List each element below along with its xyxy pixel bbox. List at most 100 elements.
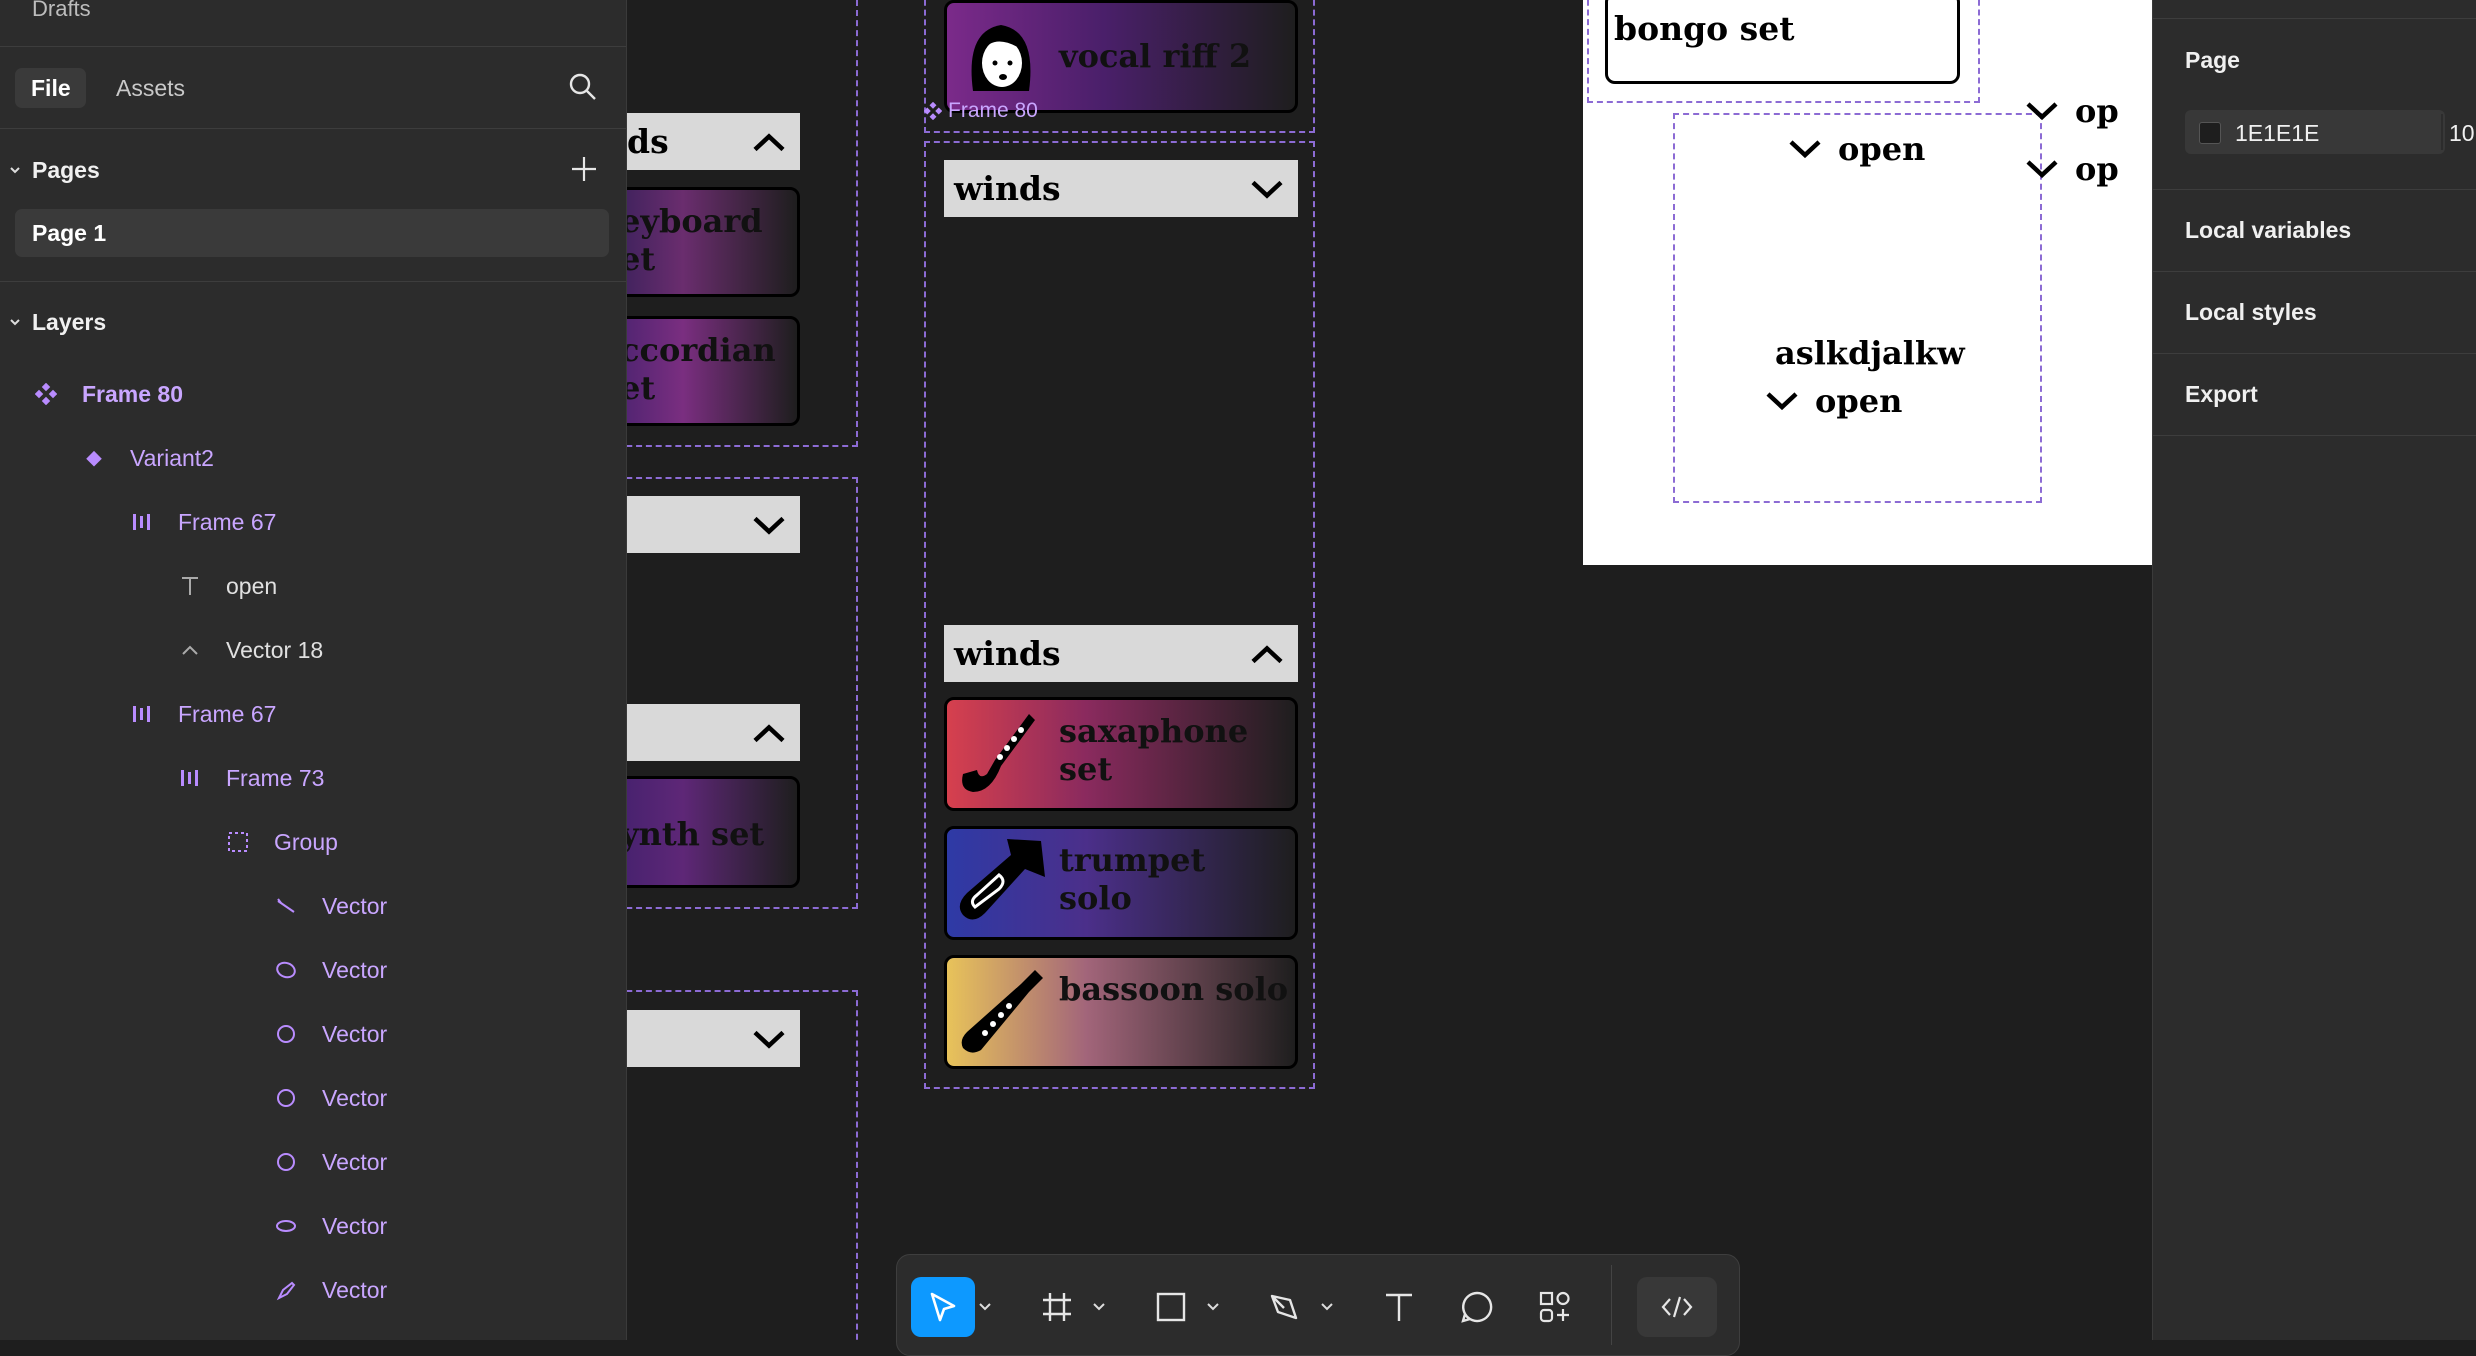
layer-row[interactable]: Frame 67: [128, 502, 276, 542]
export-header[interactable]: Export: [2185, 381, 2258, 408]
layer-label: Vector: [322, 1084, 388, 1111]
open-toggle[interactable]: open: [1788, 130, 1925, 168]
bongo-card[interactable]: bongo set: [1605, 0, 1960, 84]
frame-icon: [1043, 1293, 1071, 1321]
layer-row[interactable]: Frame 80: [32, 374, 183, 414]
layer-row[interactable]: Vector: [272, 1142, 387, 1182]
chevron-down-icon[interactable]: [9, 163, 21, 181]
chevron-down-icon: [2026, 102, 2058, 121]
chevron-down-icon: [1789, 140, 1821, 159]
section-header[interactable]: [627, 704, 800, 761]
layers-panel: Drafts File Assets Pages Page 1 Layers F…: [0, 0, 627, 1340]
pen-tool-button[interactable]: [1253, 1277, 1317, 1337]
bottom-toolbar: [896, 1254, 1740, 1356]
local-variables-header[interactable]: Local variables: [2185, 217, 2351, 244]
instrument-card[interactable]: ccordian et: [627, 316, 800, 426]
page-item-page-1[interactable]: Page 1: [15, 209, 609, 257]
trumpet-icon: [955, 837, 1047, 929]
tab-assets[interactable]: Assets: [116, 75, 185, 102]
layer-row[interactable]: Vector: [272, 1206, 387, 1246]
open-toggle[interactable]: open: [1765, 382, 1902, 420]
design-panel: Page 1E1E1E 10 Local variables Local sty…: [2152, 0, 2476, 1340]
chevron-down-icon[interactable]: [1201, 1277, 1225, 1337]
layer-row[interactable]: Group: [224, 822, 338, 862]
canvas[interactable]: ds eyboard et ccordian et ynth set vocal…: [627, 0, 2152, 1340]
card-label: bassoon solo: [1059, 970, 1289, 1008]
layers-header[interactable]: Layers: [32, 309, 106, 336]
instrument-card[interactable]: ynth set: [627, 776, 800, 888]
chevron-up-icon[interactable]: [752, 122, 786, 161]
frame-80-label[interactable]: Frame 80: [924, 99, 1038, 123]
opacity-value[interactable]: 10: [2449, 120, 2475, 147]
layer-row[interactable]: Vector: [272, 1270, 387, 1310]
background-color-field[interactable]: 1E1E1E 10: [2185, 110, 2475, 154]
chevron-down-icon[interactable]: [752, 1019, 786, 1058]
layer-label: Variant2: [130, 444, 214, 471]
add-page-icon[interactable]: [570, 155, 598, 188]
instrument-card-bassoon[interactable]: bassoon solo: [944, 955, 1298, 1069]
instrument-card-saxophone[interactable]: saxaphone set: [944, 697, 1298, 811]
section-header[interactable]: ds: [627, 113, 800, 170]
instrument-card-vocal[interactable]: vocal riff 2: [944, 0, 1298, 113]
text-tool-button[interactable]: [1367, 1277, 1431, 1337]
card-label: saxaphone set: [1059, 712, 1249, 788]
drafts-breadcrumb[interactable]: Drafts: [32, 0, 91, 22]
open-toggle[interactable]: op: [2025, 150, 2119, 188]
chevron-up-icon[interactable]: [752, 713, 786, 752]
local-styles-header[interactable]: Local styles: [2185, 299, 2317, 326]
resources-tool-button[interactable]: [1523, 1277, 1587, 1337]
instrument-card-trumpet[interactable]: trumpet solo: [944, 826, 1298, 940]
rectangle-tool-button[interactable]: [1139, 1277, 1203, 1337]
dev-mode-toggle[interactable]: [1637, 1277, 1717, 1337]
color-swatch[interactable]: [2199, 122, 2221, 144]
ellipse-icon: [272, 1148, 300, 1176]
move-tool-button[interactable]: [911, 1277, 975, 1337]
color-hex-value[interactable]: 1E1E1E: [2235, 120, 2319, 147]
card-label: bongo set: [1614, 9, 1795, 48]
layer-row[interactable]: open: [176, 566, 277, 606]
tab-file[interactable]: File: [15, 68, 86, 108]
layer-row[interactable]: Vector: [272, 950, 387, 990]
chevron-down-icon[interactable]: [752, 505, 786, 544]
layer-row[interactable]: Vector: [272, 886, 387, 926]
layer-row[interactable]: Vector: [272, 1014, 387, 1054]
vector-icon: [176, 636, 204, 664]
layer-row[interactable]: Variant2: [80, 438, 214, 478]
instrument-card[interactable]: eyboard et: [627, 187, 800, 297]
toggle-label: op: [2075, 92, 2119, 130]
pages-header[interactable]: Pages: [32, 157, 100, 184]
section-header[interactable]: [627, 496, 800, 553]
layer-label: Group: [274, 828, 338, 855]
layer-row[interactable]: Vector 18: [176, 630, 323, 670]
section-header-label: ds: [627, 122, 669, 161]
frame-80-outline: [924, 141, 1315, 1089]
chevron-down-icon[interactable]: [1250, 169, 1284, 208]
ellipse-icon: [272, 956, 300, 984]
frame-tool-button[interactable]: [1025, 1277, 1089, 1337]
layer-label: open: [226, 572, 278, 599]
layer-label: Vector: [322, 1212, 388, 1239]
winds-header-expanded[interactable]: winds: [944, 625, 1298, 682]
layer-row[interactable]: Frame 73: [176, 758, 324, 798]
component-icon: [32, 380, 60, 408]
winds-header-collapsed[interactable]: winds: [944, 160, 1298, 217]
chevron-up-icon[interactable]: [1250, 634, 1284, 673]
section-header[interactable]: [627, 1010, 800, 1067]
chevron-down-icon[interactable]: [1315, 1277, 1339, 1337]
saxophone-icon: [955, 708, 1047, 800]
chevron-down-icon[interactable]: [9, 315, 21, 333]
comment-tool-button[interactable]: [1445, 1277, 1509, 1337]
auto-layout-icon: [128, 700, 156, 728]
open-toggle[interactable]: op: [2025, 92, 2119, 130]
chevron-down-icon[interactable]: [1087, 1277, 1111, 1337]
search-icon[interactable]: [568, 72, 598, 107]
layer-row[interactable]: Vector: [272, 1078, 387, 1118]
comment-icon: [1461, 1291, 1493, 1323]
text-icon: [176, 572, 204, 600]
white-frame[interactable]: bongo set open aslkdjalkw open op op: [1583, 0, 2152, 565]
component-icon: [924, 102, 942, 120]
layer-row[interactable]: Frame 67: [128, 694, 276, 734]
chevron-down-icon[interactable]: [973, 1277, 997, 1337]
group-icon: [224, 828, 252, 856]
text-icon: [1386, 1293, 1412, 1321]
